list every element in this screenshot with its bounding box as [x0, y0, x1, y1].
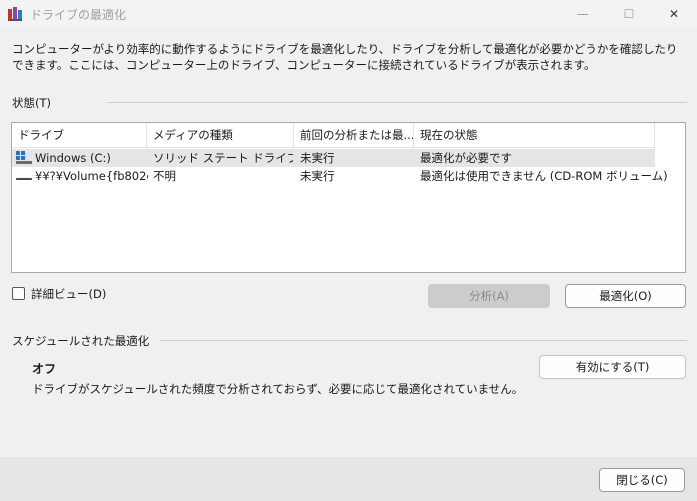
media-type: 不明	[153, 169, 176, 183]
detail-view-checkbox[interactable]	[12, 287, 25, 300]
minimize-button[interactable]: —	[560, 0, 606, 28]
footer-bar	[0, 457, 697, 501]
description-text: コンピューターがより効率的に動作するようにドライブを最適化したり、ドライブを分析…	[12, 42, 678, 72]
optimize-button[interactable]: 最適化(O)	[565, 284, 686, 308]
column-last-analyzed[interactable]: 前回の分析または最...	[294, 123, 414, 147]
current-status: 最適化が必要です	[420, 151, 512, 165]
drive-list[interactable]: ドライブ メディアの種類 前回の分析または最... 現在の状態 Windows …	[11, 122, 686, 273]
analyze-button[interactable]: 分析(A)	[428, 284, 550, 308]
title-bar: ドライブの最適化 — ☐ ✕	[0, 0, 697, 28]
schedule-state: オフ	[32, 362, 57, 376]
close-window-button[interactable]: ✕	[651, 0, 697, 28]
enable-schedule-button[interactable]: 有効にする(T)	[539, 355, 686, 379]
current-status: 最適化は使用できません (CD-ROM ボリューム)	[420, 169, 668, 183]
drive-name: ¥¥?¥Volume{fb802c...	[35, 169, 148, 183]
status-separator	[107, 102, 687, 103]
drive-row-volume[interactable]: ¥¥?¥Volume{fb802c... 不明 未実行 最適化は使用できません …	[12, 167, 668, 185]
maximize-button[interactable]: ☐	[606, 0, 652, 28]
defrag-app-icon	[7, 6, 23, 22]
column-drive[interactable]: ドライブ	[12, 123, 147, 147]
close-button[interactable]: 閉じる(C)	[599, 468, 685, 492]
media-type: ソリッド ステート ドライブ	[153, 151, 293, 165]
column-media-type[interactable]: メディアの種類	[147, 123, 294, 147]
drive-name: Windows (C:)	[35, 151, 111, 165]
detail-view-label[interactable]: 詳細ビュー(D)	[31, 286, 106, 302]
drive-list-header: ドライブ メディアの種類 前回の分析または最... 現在の状態	[12, 123, 655, 148]
drive-row-c[interactable]: Windows (C:) ソリッド ステート ドライブ 未実行 最適化が必要です	[12, 149, 655, 167]
schedule-separator	[160, 340, 687, 341]
volume-drive-icon	[16, 172, 34, 180]
last-analyzed: 未実行	[300, 169, 335, 183]
column-current-status[interactable]: 現在の状態	[414, 123, 655, 147]
window-title: ドライブの最適化	[30, 8, 127, 22]
last-analyzed: 未実行	[300, 151, 335, 165]
schedule-label: スケジュールされた最適化	[12, 334, 150, 348]
status-label: 状態(T)	[12, 96, 51, 110]
schedule-description: ドライブがスケジュールされた頻度で分析されておらず、必要に応じて最適化されていま…	[32, 382, 524, 396]
